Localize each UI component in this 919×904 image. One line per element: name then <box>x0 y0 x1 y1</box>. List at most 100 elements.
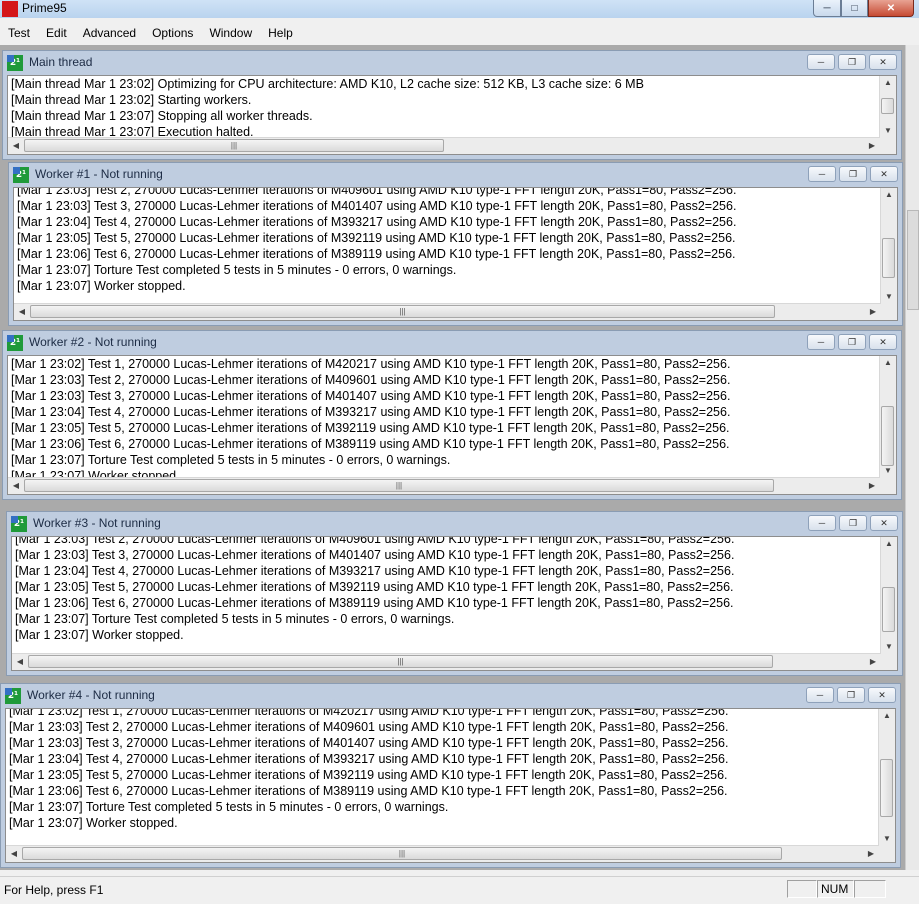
child-close-button[interactable]: ✕ <box>870 166 898 182</box>
minimize-button[interactable]: ─ <box>813 0 841 17</box>
prime95-worker-icon: 2¹ <box>7 55 23 71</box>
maximize-button[interactable]: □ <box>841 0 868 17</box>
child-close-button[interactable]: ✕ <box>870 515 898 531</box>
vertical-scroll-thumb[interactable] <box>882 238 895 278</box>
child-minimize-button[interactable]: ─ <box>806 687 834 703</box>
scroll-up-arrow-icon[interactable]: ▲ <box>880 76 896 90</box>
scroll-right-arrow-icon[interactable]: ▶ <box>865 654 881 670</box>
scroll-down-arrow-icon[interactable]: ▼ <box>881 290 897 304</box>
child-close-button[interactable]: ✕ <box>869 54 897 70</box>
vertical-scrollbar[interactable]: ▲ ▼ <box>879 356 896 478</box>
scroll-down-arrow-icon[interactable]: ▼ <box>880 124 896 138</box>
child-title-bar[interactable]: 2¹ Worker #4 - Not running ─ ❐ ✕ <box>1 684 900 706</box>
log-text-area[interactable]: [Mar 1 23:03] Test 2, 270000 Lucas-Lehme… <box>11 536 898 671</box>
vertical-scrollbar[interactable]: ▲ ▼ <box>879 76 896 138</box>
child-restore-button[interactable]: ❐ <box>839 166 867 182</box>
child-caption-buttons: ─ ❐ ✕ <box>807 334 897 350</box>
child-restore-button[interactable]: ❐ <box>839 515 867 531</box>
child-title-bar[interactable]: 2¹ Worker #2 - Not running ─ ❐ ✕ <box>3 331 901 353</box>
menu-advanced[interactable]: Advanced <box>75 26 144 40</box>
child-window-title: Worker #3 - Not running <box>33 516 161 530</box>
scroll-down-arrow-icon[interactable]: ▼ <box>880 464 896 478</box>
horizontal-scroll-thumb[interactable]: ||| <box>24 479 774 492</box>
menu-options[interactable]: Options <box>144 26 201 40</box>
child-title-bar[interactable]: 2¹ Main thread ─ ❐ ✕ <box>3 51 901 73</box>
child-close-button[interactable]: ✕ <box>868 687 896 703</box>
scroll-left-arrow-icon[interactable]: ◀ <box>6 846 22 862</box>
child-restore-button[interactable]: ❐ <box>837 687 865 703</box>
close-icon: ✕ <box>879 336 887 347</box>
scrollbar-corner <box>879 846 895 862</box>
horizontal-scrollbar[interactable]: ◀ ||| ▶ <box>12 653 881 670</box>
child-title-bar[interactable]: 2¹ Worker #1 - Not running ─ ❐ ✕ <box>9 163 902 185</box>
log-text-area[interactable]: [Mar 1 23:02] Test 1, 270000 Lucas-Lehme… <box>7 355 897 495</box>
scroll-right-arrow-icon[interactable]: ▶ <box>863 846 879 862</box>
scroll-down-arrow-icon[interactable]: ▼ <box>881 640 897 654</box>
mdi-scrollbar-thumb[interactable] <box>907 210 919 310</box>
mdi-client-area: 2¹ Main thread ─ ❐ ✕ [Main thread Mar 1 23:02… <box>0 45 905 870</box>
worker-4-window[interactable]: 2¹ Worker #4 - Not running ─ ❐ ✕ [Mar 1 23:02… <box>0 683 901 868</box>
menu-help[interactable]: Help <box>260 26 301 40</box>
log-line: [Mar 1 23:04] Test 4, 270000 Lucas-Lehme… <box>11 405 731 419</box>
worker-2-window[interactable]: 2¹ Worker #2 - Not running ─ ❐ ✕ [Mar 1 23:02… <box>2 330 902 500</box>
vertical-scroll-thumb[interactable] <box>880 759 893 817</box>
title-bar[interactable]: Prime95 ─ □ ✕ <box>0 0 919 18</box>
worker-3-window[interactable]: 2¹ Worker #3 - Not running ─ ❐ ✕ [Mar 1 23:03… <box>6 511 903 676</box>
vertical-scrollbar[interactable]: ▲ ▼ <box>880 188 897 304</box>
close-button[interactable]: ✕ <box>868 0 914 17</box>
log-line: [Mar 1 23:07] Torture Test completed 5 t… <box>11 453 451 467</box>
scroll-up-arrow-icon[interactable]: ▲ <box>879 709 895 723</box>
restore-icon: ❐ <box>848 517 858 528</box>
menu-window[interactable]: Window <box>201 26 260 40</box>
child-minimize-button[interactable]: ─ <box>807 334 835 350</box>
horizontal-scrollbar[interactable]: ◀ ||| ▶ <box>6 845 879 862</box>
scroll-right-arrow-icon[interactable]: ▶ <box>864 478 880 494</box>
horizontal-scrollbar[interactable]: ◀ ||| ▶ <box>14 303 881 320</box>
scrollbar-corner <box>880 478 896 494</box>
vertical-scroll-thumb[interactable] <box>881 406 894 466</box>
child-minimize-button[interactable]: ─ <box>808 515 836 531</box>
close-icon: ✕ <box>886 2 896 14</box>
log-text-area[interactable]: [Mar 1 23:02] Test 1, 270000 Lucas-Lehme… <box>5 708 896 863</box>
scroll-left-arrow-icon[interactable]: ◀ <box>14 304 30 320</box>
scroll-right-arrow-icon[interactable]: ▶ <box>864 138 880 154</box>
scroll-right-arrow-icon[interactable]: ▶ <box>865 304 881 320</box>
horizontal-scrollbar[interactable]: ◀ ||| ▶ <box>8 137 880 154</box>
worker-1-window[interactable]: 2¹ Worker #1 - Not running ─ ❐ ✕ [Mar 1 23:03… <box>8 162 903 326</box>
child-minimize-button[interactable]: ─ <box>807 54 835 70</box>
vertical-scrollbar[interactable]: ▲ ▼ <box>880 537 897 654</box>
close-icon: ✕ <box>880 517 888 528</box>
vertical-scroll-thumb[interactable] <box>881 98 894 114</box>
vertical-scrollbar[interactable]: ▲ ▼ <box>878 709 895 846</box>
child-title-bar[interactable]: 2¹ Worker #3 - Not running ─ ❐ ✕ <box>7 512 902 534</box>
horizontal-scroll-thumb[interactable]: ||| <box>30 305 775 318</box>
main-thread-window[interactable]: 2¹ Main thread ─ ❐ ✕ [Main thread Mar 1 23:02… <box>2 50 902 160</box>
scrollbar-corner <box>880 138 896 154</box>
log-line: [Mar 1 23:06] Test 6, 270000 Lucas-Lehme… <box>15 596 734 610</box>
log-line: [Mar 1 23:03] Test 2, 270000 Lucas-Lehme… <box>11 373 731 387</box>
child-minimize-button[interactable]: ─ <box>808 166 836 182</box>
horizontal-scrollbar[interactable]: ◀ ||| ▶ <box>8 477 880 494</box>
scroll-up-arrow-icon[interactable]: ▲ <box>881 188 897 202</box>
minimize-icon: ─ <box>817 337 825 347</box>
vertical-scroll-thumb[interactable] <box>882 587 895 632</box>
restore-icon: ❐ <box>848 168 858 179</box>
scroll-left-arrow-icon[interactable]: ◀ <box>8 138 24 154</box>
horizontal-scroll-thumb[interactable]: ||| <box>24 139 444 152</box>
child-restore-button[interactable]: ❐ <box>838 54 866 70</box>
child-close-button[interactable]: ✕ <box>869 334 897 350</box>
menu-edit[interactable]: Edit <box>38 26 75 40</box>
scroll-left-arrow-icon[interactable]: ◀ <box>12 654 28 670</box>
mdi-vertical-scrollbar[interactable] <box>905 45 919 870</box>
horizontal-scroll-thumb[interactable]: ||| <box>22 847 782 860</box>
child-restore-button[interactable]: ❐ <box>838 334 866 350</box>
scroll-left-arrow-icon[interactable]: ◀ <box>8 478 24 494</box>
horizontal-scroll-thumb[interactable]: ||| <box>28 655 773 668</box>
log-text-area[interactable]: [Mar 1 23:03] Test 2, 270000 Lucas-Lehme… <box>13 187 898 321</box>
scroll-down-arrow-icon[interactable]: ▼ <box>879 832 895 846</box>
menu-test[interactable]: Test <box>0 26 38 40</box>
scroll-up-arrow-icon[interactable]: ▲ <box>881 537 897 551</box>
log-line: [Mar 1 23:03] Test 2, 270000 Lucas-Lehme… <box>17 187 737 197</box>
scroll-up-arrow-icon[interactable]: ▲ <box>880 356 896 370</box>
log-text-area[interactable]: [Main thread Mar 1 23:02] Optimizing for… <box>7 75 897 155</box>
